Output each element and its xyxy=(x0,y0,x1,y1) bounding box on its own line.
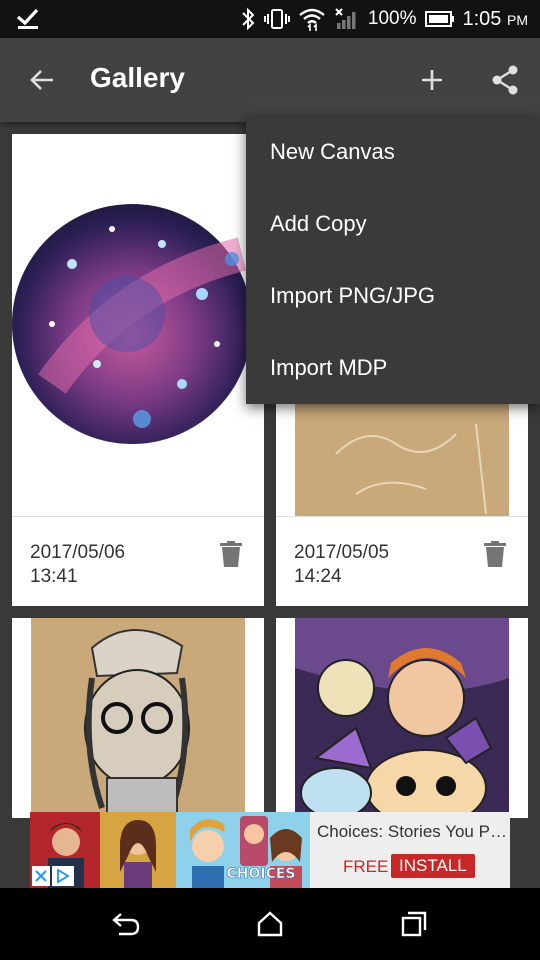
plus-icon xyxy=(422,70,442,90)
trash-icon xyxy=(484,541,506,567)
clock: 1:05 PM xyxy=(463,8,529,31)
app-bar: Gallery xyxy=(0,38,540,122)
ad-logo: CHOICES xyxy=(226,866,295,882)
menu-item-import-mdp[interactable]: Import MDP xyxy=(246,332,540,404)
card-date: 2017/05/05 xyxy=(294,542,390,563)
trash-icon xyxy=(220,541,242,567)
card-footer: 2017/05/06 13:41 xyxy=(12,516,264,606)
recents-icon xyxy=(401,911,427,937)
back-nav-icon xyxy=(112,913,140,936)
clock-time: 1:05 xyxy=(462,7,502,30)
card-date: 2017/05/06 xyxy=(30,542,126,563)
vibrate-icon xyxy=(263,9,290,29)
gallery-card[interactable]: 2017/05/06 13:41 xyxy=(12,134,264,606)
close-icon xyxy=(35,870,47,882)
back-button[interactable] xyxy=(20,60,64,100)
artwork-thumbnail[interactable] xyxy=(12,134,264,516)
home-icon xyxy=(257,911,283,937)
battery-icon xyxy=(424,11,454,27)
sketch-girl-artwork xyxy=(31,618,245,818)
gallery-card[interactable] xyxy=(276,618,528,818)
page-title: Gallery xyxy=(90,62,185,93)
delete-button[interactable] xyxy=(216,539,246,569)
ad-install-button[interactable]: INSTALL xyxy=(391,854,475,878)
arrow-back-icon xyxy=(30,70,53,90)
artwork-thumbnail[interactable] xyxy=(12,618,264,818)
status-bar: 100% 1:05 PM xyxy=(0,0,540,38)
battery-percent: 100% xyxy=(367,8,417,29)
download-complete-icon xyxy=(16,8,39,29)
card-time: 14:24 xyxy=(294,566,342,587)
add-button[interactable] xyxy=(410,60,454,100)
nav-recents-button[interactable] xyxy=(386,902,442,946)
navigation-bar xyxy=(0,888,540,960)
artwork-thumbnail[interactable] xyxy=(276,618,528,818)
status-icons: 100% 1:05 PM xyxy=(240,0,528,38)
overflow-menu: New Canvas Add Copy Import PNG/JPG Impor… xyxy=(246,116,540,404)
clock-ampm: PM xyxy=(507,11,528,28)
wifi-icon xyxy=(299,8,325,31)
screen: 100% 1:05 PM Gallery 2017/05/06 13:41 20… xyxy=(0,0,540,960)
adchoices-icon xyxy=(57,868,70,884)
gallery-card[interactable] xyxy=(12,618,264,818)
delete-button[interactable] xyxy=(480,539,510,569)
menu-item-add-copy[interactable]: Add Copy xyxy=(246,188,540,260)
card-timestamp: 2017/05/06 13:41 xyxy=(30,541,125,589)
adchoices-button[interactable] xyxy=(52,866,74,886)
galaxy-circle-artwork xyxy=(12,204,252,444)
share-icon xyxy=(492,65,518,95)
share-button[interactable] xyxy=(483,60,527,100)
ad-close-button[interactable] xyxy=(32,866,50,886)
ad-title[interactable]: Choices: Stories You Play xyxy=(317,822,507,842)
ad-price: FREE xyxy=(343,857,389,876)
nav-back-button[interactable] xyxy=(98,902,154,946)
nav-home-button[interactable] xyxy=(242,902,298,946)
ad-banner[interactable]: CHOICES Choices: Stories You Play FREE I… xyxy=(30,812,510,888)
card-time: 13:41 xyxy=(30,566,78,587)
signal-icon xyxy=(335,8,356,29)
card-timestamp: 2017/05/05 14:24 xyxy=(294,541,389,589)
menu-item-import-png-jpg[interactable]: Import PNG/JPG xyxy=(246,260,540,332)
card-footer: 2017/05/05 14:24 xyxy=(276,516,528,606)
character-collage-artwork xyxy=(295,618,509,818)
bluetooth-icon xyxy=(242,7,255,31)
menu-item-new-canvas[interactable]: New Canvas xyxy=(246,116,540,188)
